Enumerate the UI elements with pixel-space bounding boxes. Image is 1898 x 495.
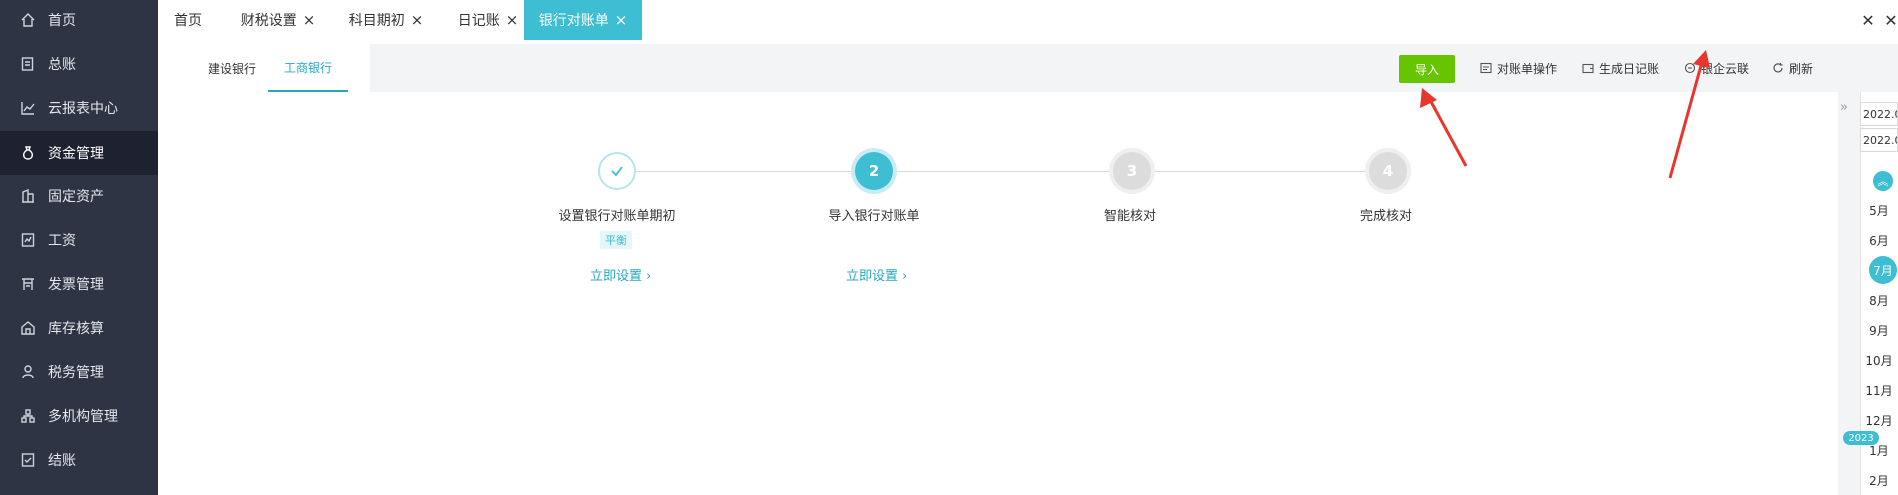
refresh-icon	[1772, 62, 1784, 74]
sidebar-item-label: 云报表中心	[48, 101, 118, 117]
step-connector	[893, 171, 1131, 172]
step-label: 智能核对	[1103, 209, 1156, 224]
tab-home[interactable]: 首页	[158, 0, 218, 40]
warehouse-icon	[20, 320, 36, 336]
step-3-circle: 3	[1113, 152, 1151, 190]
generate-journal-label: 生成日记账	[1599, 61, 1660, 76]
subtab-ccb[interactable]: 建设银行	[202, 44, 262, 92]
expand-icon[interactable]: »	[1840, 100, 1848, 115]
sidebar-item-tax[interactable]: 税务管理	[0, 352, 158, 392]
window-control-icon[interactable]: ✕	[1884, 0, 1898, 40]
subtab-label: 建设银行	[207, 61, 256, 76]
sidebar-item-label: 资金管理	[48, 146, 104, 162]
annotation-arrow-bank-link	[1668, 50, 1710, 179]
subtab-label: 工商银行	[283, 60, 332, 75]
chart-icon	[20, 100, 36, 116]
tab-label: 日记账	[457, 13, 500, 29]
step-4-circle: 4	[1369, 152, 1407, 190]
sidebar-item-label: 税务管理	[48, 365, 104, 381]
month-item[interactable]: 12月	[1860, 409, 1898, 431]
asset-icon	[20, 188, 36, 204]
close-icon[interactable]: ×	[615, 12, 628, 28]
end-date-input[interactable]: 2022.07	[1860, 128, 1898, 152]
sidebar-item-invoice[interactable]: 发票管理	[0, 264, 158, 304]
month-item[interactable]: 10月	[1860, 349, 1898, 371]
tab-journal[interactable]: 日记账 ×	[448, 0, 528, 40]
step-label: 设置银行对账单期初	[558, 209, 676, 224]
step-2-circle: 2	[855, 152, 893, 190]
sidebar-item-inventory[interactable]: 库存核算	[0, 308, 158, 348]
toolbar: 建设银行 工商银行 导入 对账单操作 生成日记账 银企云联 刷新	[158, 44, 1898, 92]
sidebar: 首页 总账 云报表中心 资金管理 固定资产 工资 发票管理 库存核算 税务管理 …	[0, 0, 158, 495]
month-item[interactable]: 8月	[1860, 289, 1898, 311]
ledger-icon	[20, 56, 36, 72]
month-item[interactable]: 5月	[1860, 199, 1898, 221]
step-label: 完成核对	[1359, 209, 1412, 224]
sidebar-item-label: 总账	[48, 57, 76, 73]
money-bag-icon	[20, 145, 36, 161]
refresh-button[interactable]: 刷新	[1772, 44, 1813, 92]
bank-subtabs: 建设银行 工商银行	[158, 44, 370, 92]
tab-account-opening[interactable]: 科目期初 ×	[338, 0, 434, 40]
refresh-label: 刷新	[1789, 61, 1814, 76]
sidebar-item-label: 库存核算	[48, 321, 104, 337]
sidebar-item-label: 固定资产	[48, 189, 104, 205]
start-date-input[interactable]: 2022.07	[1860, 102, 1898, 126]
balance-badge: 平衡	[600, 231, 632, 249]
step-connector	[1151, 171, 1387, 172]
home-icon	[20, 12, 36, 28]
sidebar-item-multi-org[interactable]: 多机构管理	[0, 396, 158, 436]
month-item[interactable]: 9月	[1860, 319, 1898, 341]
sidebar-item-closing[interactable]: 结账	[0, 440, 158, 480]
generate-journal-button[interactable]: 生成日记账	[1582, 44, 1659, 92]
tab-bank-statement[interactable]: 银行对账单 ×	[524, 0, 642, 40]
import-label: 导入	[1414, 62, 1439, 77]
sidebar-item-home[interactable]: 首页	[0, 0, 158, 40]
sidebar-item-label: 工资	[48, 233, 76, 249]
sidebar-item-fixed-assets[interactable]: 固定资产	[0, 176, 158, 216]
import-button[interactable]: 导入	[1399, 55, 1455, 83]
month-item-active[interactable]: 7月	[1869, 256, 1897, 284]
wallet-icon	[1582, 62, 1594, 74]
tab-tax-settings[interactable]: 财税设置 ×	[230, 0, 326, 40]
check-icon	[611, 166, 623, 177]
sidebar-item-funds[interactable]: 资金管理	[0, 131, 158, 175]
statement-ops-button[interactable]: 对账单操作	[1480, 44, 1557, 92]
month-item[interactable]: 6月	[1860, 229, 1898, 251]
close-icon[interactable]: ×	[411, 12, 424, 28]
scroll-up-icon[interactable]: ︽	[1873, 171, 1893, 191]
tab-label: 首页	[174, 13, 202, 29]
annotation-arrow-import	[1420, 88, 1468, 167]
sidebar-item-salary[interactable]: 工资	[0, 220, 158, 260]
sidebar-item-report-center[interactable]: 云报表中心	[0, 88, 158, 128]
sidebar-item-label: 多机构管理	[48, 409, 118, 425]
step-done-icon	[598, 152, 636, 190]
step-label: 导入银行对账单	[828, 209, 920, 224]
invoice-icon	[20, 276, 36, 292]
salary-icon	[20, 232, 36, 248]
step-connector	[617, 171, 873, 172]
month-item[interactable]: 1月	[1860, 439, 1898, 461]
tax-icon	[20, 364, 36, 380]
document-icon	[1480, 62, 1492, 74]
sidebar-item-ledger[interactable]: 总账	[0, 44, 158, 84]
set-import-link[interactable]: 立即设置 ›	[846, 265, 907, 284]
set-opening-link[interactable]: 立即设置 ›	[590, 265, 651, 284]
month-item[interactable]: 11月	[1860, 379, 1898, 401]
tab-label: 财税设置	[240, 13, 297, 29]
statement-ops-label: 对账单操作	[1497, 61, 1558, 76]
tab-bar: 首页 财税设置 × 科目期初 × 日记账 × 银行对账单 × ✕ ✕	[158, 0, 1898, 40]
month-item[interactable]: 2月	[1860, 469, 1898, 491]
tab-label: 银行对账单	[538, 13, 609, 29]
close-icon[interactable]: ✕	[1858, 0, 1878, 40]
close-icon[interactable]: ×	[506, 12, 519, 28]
org-icon	[20, 408, 36, 424]
tab-label: 科目期初	[348, 13, 405, 29]
sidebar-item-label: 发票管理	[48, 277, 104, 293]
close-icon[interactable]: ×	[303, 12, 316, 28]
close-book-icon	[20, 452, 36, 468]
subtab-icbc[interactable]: 工商银行	[268, 44, 348, 92]
sidebar-item-label: 首页	[48, 13, 76, 29]
sidebar-item-label: 结账	[48, 453, 76, 469]
